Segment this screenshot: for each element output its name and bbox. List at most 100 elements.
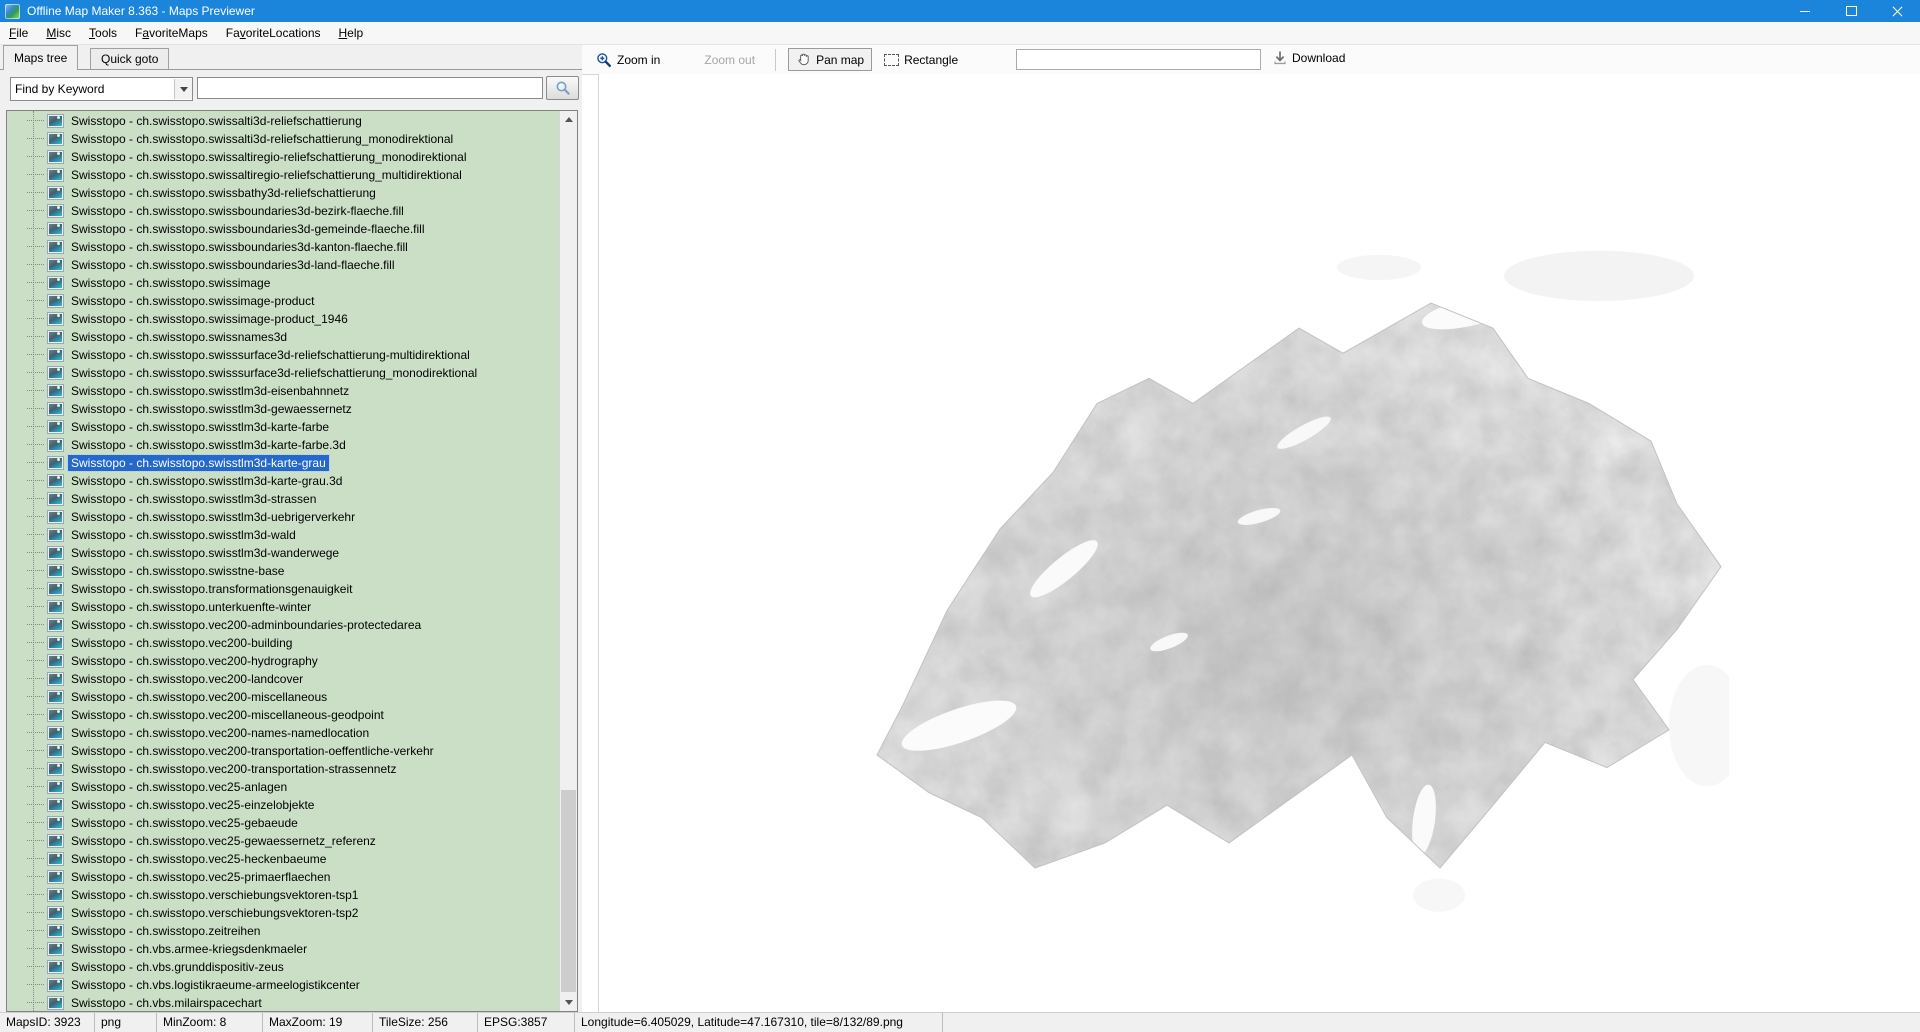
tree-item[interactable]: Swisstopo - ch.swisstopo.vec200-miscella… — [7, 688, 559, 706]
find-mode-combo[interactable]: Find by Keyword — [10, 77, 193, 101]
tree-item-label[interactable]: Swisstopo - ch.swisstopo.swissboundaries… — [68, 257, 397, 273]
scroll-up-button[interactable] — [560, 111, 577, 128]
tree-item-label[interactable]: Swisstopo - ch.swisstopo.swissalti3d-rel… — [68, 113, 365, 129]
tree-item[interactable]: Swisstopo - ch.swisstopo.vec200-miscella… — [7, 706, 559, 724]
tree-item[interactable]: Swisstopo - ch.swisstopo.verschiebungsve… — [7, 886, 559, 904]
tree-item-label[interactable]: Swisstopo - ch.swisstopo.vec200-miscella… — [68, 689, 330, 705]
close-button[interactable] — [1874, 0, 1920, 22]
tree-item[interactable]: Swisstopo - ch.swisstopo.swisstlm3d-wand… — [7, 544, 559, 562]
tree-item-label[interactable]: Swisstopo - ch.swisstopo.verschiebungsve… — [68, 905, 361, 921]
tree-item-label[interactable]: Swisstopo - ch.swisstopo.swissaltiregio-… — [68, 149, 470, 165]
tab-quick-goto[interactable]: Quick goto — [90, 48, 170, 69]
tree-item[interactable]: Swisstopo - ch.vbs.grunddispositiv-zeus — [7, 958, 559, 976]
tree-item[interactable]: Swisstopo - ch.swisstopo.swissboundaries… — [7, 238, 559, 256]
tree-item-label[interactable]: Swisstopo - ch.swisstopo.swisstlm3d-uebr… — [68, 509, 358, 525]
tree-item-label[interactable]: Swisstopo - ch.swisstopo.swissboundaries… — [68, 203, 407, 219]
tree-item-label[interactable]: Swisstopo - ch.swisstopo.vec25-einzelobj… — [68, 797, 317, 813]
tree-item[interactable]: Swisstopo - ch.swisstopo.swisssurface3d-… — [7, 346, 559, 364]
menu-item-help[interactable]: Help — [330, 22, 373, 44]
tree-item-label[interactable]: Swisstopo - ch.swisstopo.vec200-names-na… — [68, 725, 372, 741]
menu-item-favoritemaps[interactable]: FavoriteMaps — [126, 22, 217, 44]
menu-item-file[interactable]: File — [0, 22, 37, 44]
tree-item[interactable]: Swisstopo - ch.swisstopo.swisstlm3d-wald — [7, 526, 559, 544]
tree-item[interactable]: Swisstopo - ch.swisstopo.vec25-einzelobj… — [7, 796, 559, 814]
tree-item-label[interactable]: Swisstopo - ch.swisstopo.swisstlm3d-eise… — [68, 383, 352, 399]
tree-item-label[interactable]: Swisstopo - ch.swisstopo.swissboundaries… — [68, 221, 428, 237]
tree-item-label[interactable]: Swisstopo - ch.swisstopo.swisstlm3d-kart… — [68, 419, 332, 435]
tree-item-label[interactable]: Swisstopo - ch.swisstopo.swissboundaries… — [68, 239, 411, 255]
tree-item-label[interactable]: Swisstopo - ch.swisstopo.swisssurface3d-… — [68, 365, 480, 381]
tree-item-label[interactable]: Swisstopo - ch.swisstopo.vec25-gebaeude — [68, 815, 301, 831]
tree-item-label[interactable]: Swisstopo - ch.swisstopo.vec25-primaerfl… — [68, 869, 333, 885]
tree-scrollbar[interactable] — [559, 111, 577, 1011]
tree-item[interactable]: Swisstopo - ch.swisstopo.swisstlm3d-kart… — [7, 454, 559, 472]
tab-maps-tree[interactable]: Maps tree — [3, 45, 79, 70]
zoom-out-button[interactable]: Zoom out — [696, 49, 763, 71]
tree-item[interactable]: Swisstopo - ch.swisstopo.vec200-adminbou… — [7, 616, 559, 634]
scroll-down-button[interactable] — [560, 994, 577, 1011]
tree-item[interactable]: Swisstopo - ch.swisstopo.vec25-primaerfl… — [7, 868, 559, 886]
tree-item[interactable]: Swisstopo - ch.swisstopo.swisstlm3d-kart… — [7, 418, 559, 436]
toolbar-input[interactable] — [1016, 49, 1261, 70]
tree-item-label[interactable]: Swisstopo - ch.swisstopo.swissimage — [68, 275, 273, 291]
tree-item[interactable]: Swisstopo - ch.swisstopo.swissaltiregio-… — [7, 148, 559, 166]
tree-item-label[interactable]: Swisstopo - ch.swisstopo.swissbathy3d-re… — [68, 185, 379, 201]
menu-item-tools[interactable]: Tools — [80, 22, 126, 44]
tree-item[interactable]: Swisstopo - ch.swisstopo.swisssurface3d-… — [7, 364, 559, 382]
tree-item[interactable]: Swisstopo - ch.swisstopo.swisstne-base — [7, 562, 559, 580]
tree-item[interactable]: Swisstopo - ch.swisstopo.verschiebungsve… — [7, 904, 559, 922]
tree-item-label[interactable]: Swisstopo - ch.swisstopo.zeitreihen — [68, 923, 263, 939]
tree-item-label[interactable]: Swisstopo - ch.swisstopo.swisstne-base — [68, 563, 287, 579]
tree-item[interactable]: Swisstopo - ch.swisstopo.swisstlm3d-stra… — [7, 490, 559, 508]
tree-item-label[interactable]: Swisstopo - ch.swisstopo.vec200-landcove… — [68, 671, 306, 687]
search-button[interactable] — [546, 76, 579, 100]
pan-map-button[interactable]: Pan map — [788, 48, 873, 71]
tree-item-label[interactable]: Swisstopo - ch.vbs.logistikraeume-armeel… — [68, 977, 363, 993]
menu-item-favoritelocations[interactable]: FavoriteLocations — [217, 22, 330, 44]
tree-item[interactable]: Swisstopo - ch.swisstopo.swisstlm3d-kart… — [7, 436, 559, 454]
tree-item[interactable]: Swisstopo - ch.swisstopo.vec200-landcove… — [7, 670, 559, 688]
tree-item-label[interactable]: Swisstopo - ch.swisstopo.vec200-transpor… — [68, 743, 437, 759]
tree-item-label[interactable]: Swisstopo - ch.swisstopo.vec25-heckenbae… — [68, 851, 329, 867]
scrollbar-thumb[interactable] — [561, 790, 576, 992]
tree-item-label[interactable]: Swisstopo - ch.swisstopo.transformations… — [68, 581, 355, 597]
tree-item-label[interactable]: Swisstopo - ch.swisstopo.vec200-adminbou… — [68, 617, 424, 633]
tree-item-label[interactable]: Swisstopo - ch.swisstopo.swissimage-prod… — [68, 311, 351, 327]
tree-item-label[interactable]: Swisstopo - ch.vbs.grunddispositiv-zeus — [68, 959, 287, 975]
tree-item-label[interactable]: Swisstopo - ch.swisstopo.swisstlm3d-gewa… — [68, 401, 355, 417]
tree-item[interactable]: Swisstopo - ch.vbs.milairspacechart — [7, 994, 559, 1011]
download-button[interactable]: Download — [1266, 47, 1352, 68]
tree-item[interactable]: Swisstopo - ch.swisstopo.vec200-hydrogra… — [7, 652, 559, 670]
tree-item[interactable]: Swisstopo - ch.swisstopo.vec200-transpor… — [7, 742, 559, 760]
zoom-in-button[interactable]: Zoom in — [588, 48, 668, 72]
tree-item-label[interactable]: Swisstopo - ch.swisstopo.vec200-hydrogra… — [68, 653, 321, 669]
combo-dropdown-button[interactable] — [174, 79, 192, 99]
tree-item-label[interactable]: Swisstopo - ch.swisstopo.swissaltiregio-… — [68, 167, 465, 183]
tree-item[interactable]: Swisstopo - ch.swisstopo.transformations… — [7, 580, 559, 598]
tree-item-label[interactable]: Swisstopo - ch.swisstopo.swisstlm3d-stra… — [68, 491, 319, 507]
tree-item[interactable]: Swisstopo - ch.swisstopo.vec25-gewaesser… — [7, 832, 559, 850]
tree-item-label[interactable]: Swisstopo - ch.swisstopo.vec200-building — [68, 635, 295, 651]
tree-item[interactable]: Swisstopo - ch.swisstopo.swissimage-prod… — [7, 310, 559, 328]
tree-item-label[interactable]: Swisstopo - ch.swisstopo.vec25-gewaesser… — [68, 833, 379, 849]
tree-item-label[interactable]: Swisstopo - ch.swisstopo.swissalti3d-rel… — [68, 131, 456, 147]
tree-item-label[interactable]: Swisstopo - ch.swisstopo.verschiebungsve… — [68, 887, 361, 903]
tree-item[interactable]: Swisstopo - ch.swisstopo.vec25-gebaeude — [7, 814, 559, 832]
tree-item[interactable]: Swisstopo - ch.swisstopo.vec25-anlagen — [7, 778, 559, 796]
tree-item[interactable]: Swisstopo - ch.swisstopo.swissbathy3d-re… — [7, 184, 559, 202]
rectangle-button[interactable]: Rectangle — [876, 49, 966, 71]
tree-item-label[interactable]: Swisstopo - ch.swisstopo.vec25-anlagen — [68, 779, 290, 795]
minimize-button[interactable] — [1782, 0, 1828, 22]
menu-item-misc[interactable]: Misc — [37, 22, 80, 44]
tree-item[interactable]: Swisstopo - ch.swisstopo.swissboundaries… — [7, 256, 559, 274]
tree-item-label[interactable]: Swisstopo - ch.vbs.milairspacechart — [68, 995, 265, 1011]
tree-item[interactable]: Swisstopo - ch.swisstopo.swisstlm3d-eise… — [7, 382, 559, 400]
tree-item[interactable]: Swisstopo - ch.swisstopo.swissaltiregio-… — [7, 166, 559, 184]
maximize-button[interactable] — [1828, 0, 1874, 22]
tree-item[interactable]: Swisstopo - ch.swisstopo.swisstlm3d-gewa… — [7, 400, 559, 418]
tree-item[interactable]: Swisstopo - ch.swisstopo.swisstlm3d-uebr… — [7, 508, 559, 526]
map-view[interactable] — [598, 74, 1920, 1012]
tree-item-label[interactable]: Swisstopo - ch.swisstopo.swissnames3d — [68, 329, 290, 345]
tree-item-label[interactable]: Swisstopo - ch.swisstopo.swisstlm3d-kart… — [68, 473, 345, 489]
tree-item[interactable]: Swisstopo - ch.vbs.logistikraeume-armeel… — [7, 976, 559, 994]
